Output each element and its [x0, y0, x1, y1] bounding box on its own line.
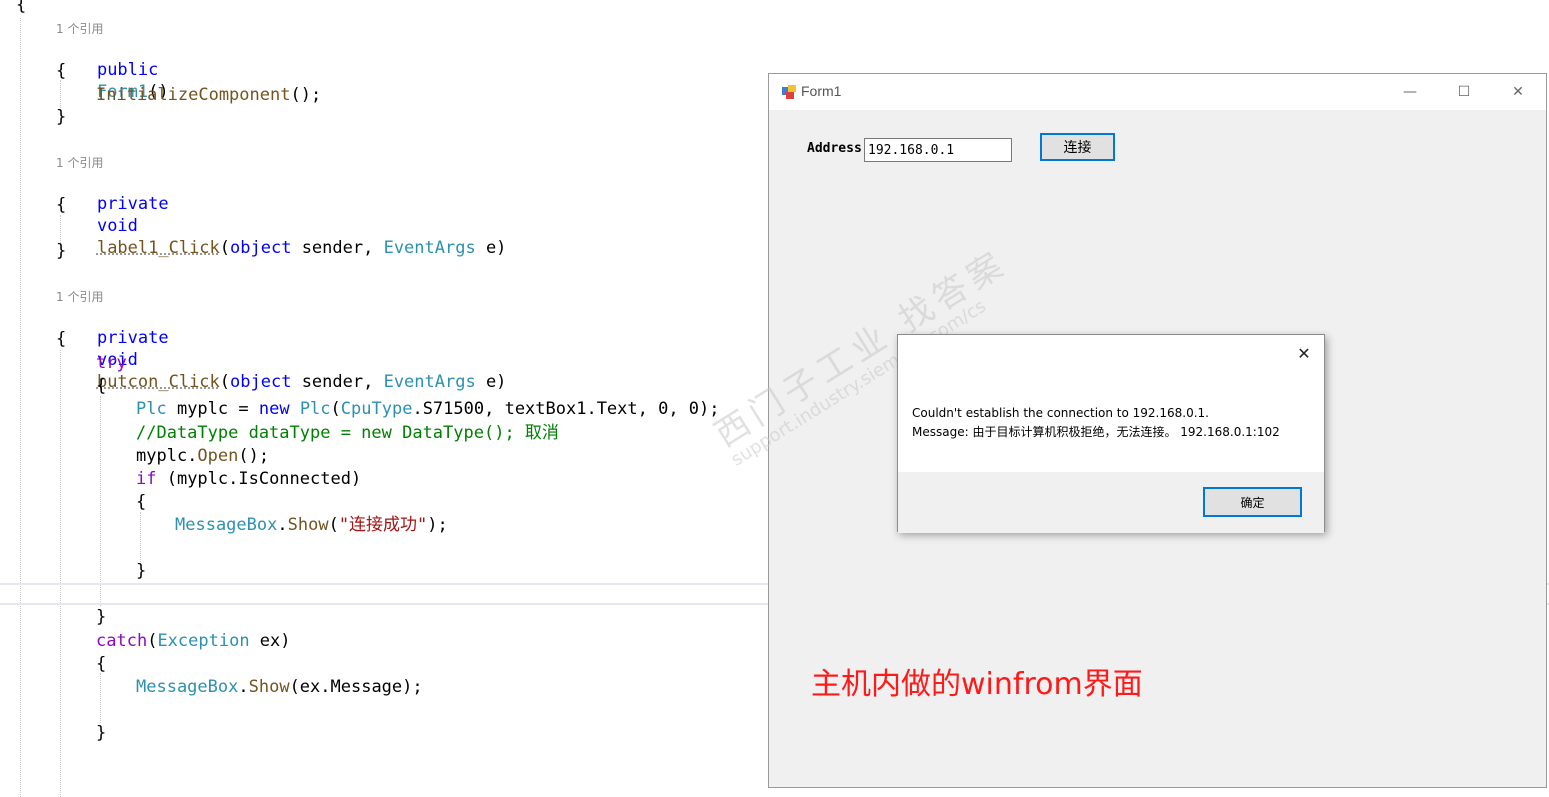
type-name: MessageBox — [175, 515, 278, 535]
indent-guide — [140, 512, 141, 562]
error-line: Couldn't establish the connection to 192… — [912, 406, 1209, 420]
method-name: label1_Click — [96, 238, 220, 258]
code-line-if: if (myplc.IsConnected) — [136, 468, 361, 490]
enum-field: S71500 — [422, 399, 485, 419]
code-line-open: myplc.Open(); — [136, 445, 269, 467]
code-line: } — [56, 241, 67, 261]
keyword: object — [230, 238, 292, 258]
code-line: } — [96, 723, 107, 743]
ok-button[interactable]: 确定 — [1203, 487, 1302, 517]
code-line-msg-ex: MessageBox.Show(ex.Message); — [136, 676, 423, 698]
method-call: InitializeComponent — [96, 85, 291, 105]
address-label: Address — [807, 141, 862, 156]
code-text: (ex.Message); — [289, 677, 423, 697]
keyword: public — [96, 60, 159, 80]
code-text: myplc = — [166, 399, 259, 419]
code-comment: //DataType dataType = new DataType(); 取消 — [136, 423, 559, 443]
code-text: ex) — [249, 631, 291, 651]
code-line-init: InitializeComponent(); — [96, 84, 321, 106]
type-name: Plc — [299, 399, 331, 419]
string-literal: "连接成功" — [338, 515, 428, 535]
code-line-msg-success: MessageBox.Show("连接成功"); — [175, 514, 448, 536]
code-line: { — [96, 376, 107, 396]
window-title: Form1 — [801, 83, 842, 99]
punctuation: ( — [219, 238, 231, 258]
method-call: Open — [197, 446, 239, 466]
close-icon[interactable]: ✕ — [1290, 341, 1318, 365]
annotation-caption: 主机内做的winfrom界面 — [811, 667, 1143, 702]
punctuation: ( — [147, 631, 158, 651]
keyword: private — [96, 328, 169, 348]
punctuation: ( — [219, 372, 231, 392]
keyword: if — [136, 469, 157, 489]
code-line-form1: public Form1() — [56, 37, 169, 125]
dialog-footer: 确定 — [898, 472, 1324, 533]
code-line: { — [56, 195, 67, 215]
punctuation: . — [412, 399, 423, 419]
type-name: Exception — [157, 631, 250, 651]
param: sender, — [291, 372, 384, 392]
param: sender, — [291, 238, 384, 258]
indent-guide — [100, 396, 101, 606]
minimize-button[interactable]: — — [1383, 74, 1437, 110]
address-input[interactable] — [864, 138, 1012, 162]
type-name: EventArgs — [383, 372, 476, 392]
punctuation: ( — [328, 515, 339, 535]
indent-guide — [100, 673, 101, 723]
punctuation: ( — [330, 399, 341, 419]
code-line: { — [16, 0, 27, 15]
reference-count[interactable]: 1 个引用 — [56, 20, 103, 37]
code-line: { — [56, 329, 67, 349]
keyword: void — [96, 216, 138, 236]
code-line-catch: catch(Exception ex) — [96, 630, 291, 652]
code-line: } — [56, 107, 67, 127]
error-message-box[interactable]: ✕ Couldn't establish the connection to 1… — [897, 334, 1325, 533]
type-name: Plc — [136, 399, 167, 419]
punctuation: ); — [427, 515, 448, 535]
indent-guide — [60, 350, 61, 797]
punctuation: . — [277, 515, 288, 535]
punctuation: . — [238, 677, 249, 697]
indent-guide — [20, 18, 21, 797]
title-bar[interactable]: Form1 — ☐ ✕ — [769, 74, 1546, 110]
error-line: Message: 由于目标计算机积极拒绝，无法连接。 192.168.0.1:1… — [912, 425, 1280, 439]
code-line: { — [96, 654, 107, 674]
param: e) — [475, 238, 507, 258]
method-call: Show — [248, 677, 290, 697]
method-name: butcon_Click — [96, 372, 220, 392]
code-text: , textBox1.Text, 0, 0); — [484, 399, 720, 419]
code-line-plc: Plc myplc = new Plc(CpuType.S71500, text… — [136, 398, 720, 420]
connect-button[interactable]: 连接 — [1040, 133, 1115, 161]
close-button[interactable]: ✕ — [1491, 74, 1545, 110]
reference-count[interactable]: 1 个引用 — [56, 154, 103, 171]
keyword: new — [258, 399, 290, 419]
code-line-label1: private void label1_Click(object sender,… — [56, 171, 506, 281]
method-call: Show — [287, 515, 329, 535]
code-line-try: try — [96, 353, 127, 373]
keyword: private — [96, 194, 169, 214]
type-name: CpuType — [340, 399, 413, 419]
code-text: myplc. — [136, 446, 198, 466]
keyword: catch — [96, 631, 148, 651]
type-name: MessageBox — [136, 677, 239, 697]
code-line: { — [136, 492, 147, 512]
code-line: } — [96, 607, 107, 627]
maximize-button[interactable]: ☐ — [1437, 74, 1491, 110]
type-name: EventArgs — [383, 238, 476, 258]
punctuation: (); — [290, 85, 322, 105]
punctuation: (); — [238, 446, 270, 466]
code-line: } — [136, 561, 147, 581]
code-line: { — [56, 61, 67, 81]
code-text: (myplc.IsConnected) — [156, 469, 362, 489]
reference-count[interactable]: 1 个引用 — [56, 288, 103, 305]
app-icon — [782, 85, 796, 99]
param: e) — [475, 372, 507, 392]
error-message: Couldn't establish the connection to 192… — [912, 404, 1280, 442]
keyword: object — [230, 372, 292, 392]
